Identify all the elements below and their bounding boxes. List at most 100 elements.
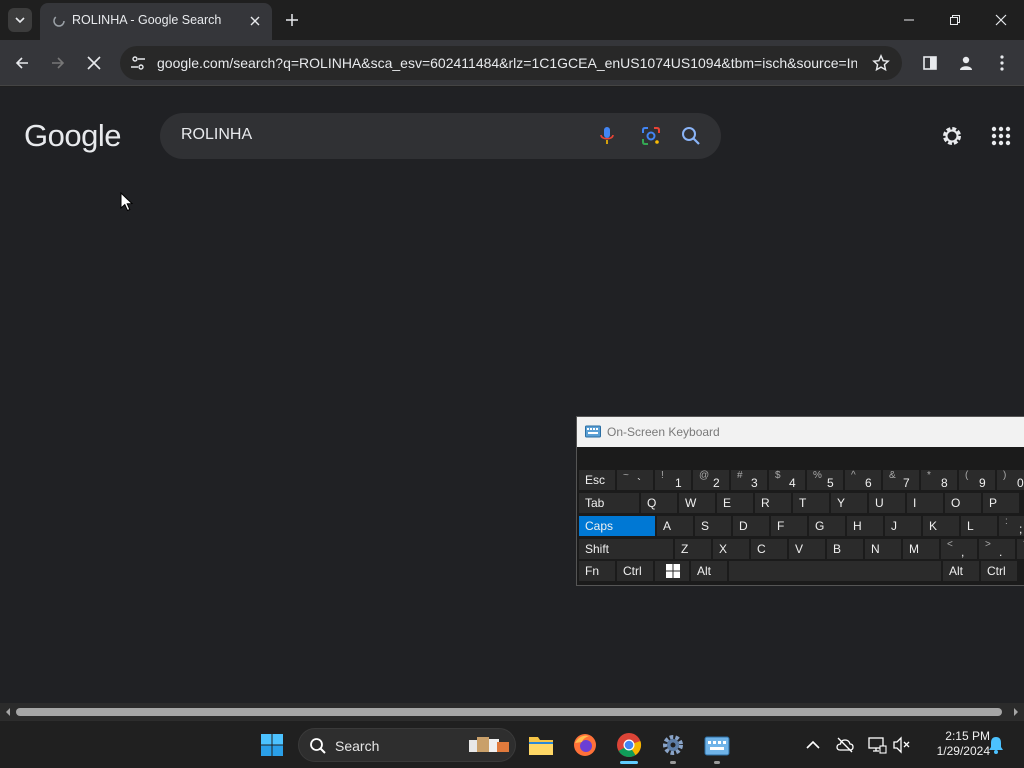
scrollbar-thumb[interactable] <box>16 708 1002 716</box>
address-bar[interactable]: google.com/search?q=ROLINHA&sca_esv=6024… <box>120 46 902 80</box>
osk-key[interactable]: L <box>961 516 997 536</box>
osk-key[interactable]: Y <box>831 493 867 513</box>
taskbar-firefox[interactable] <box>569 729 601 761</box>
google-lens-icon[interactable] <box>640 125 662 147</box>
osk-key[interactable]: Ctrl <box>981 561 1017 581</box>
osk-key[interactable]: >. <box>979 539 1015 559</box>
microphone-icon[interactable] <box>596 125 618 147</box>
osk-key[interactable]: C <box>751 539 787 559</box>
osk-key[interactable]: X <box>713 539 749 559</box>
search-box[interactable]: ROLINHA <box>160 113 721 159</box>
osk-titlebar[interactable]: On-Screen Keyboard <box>577 417 1024 447</box>
osk-key[interactable]: Tab <box>579 493 639 513</box>
notification-bell-icon[interactable] <box>986 735 1006 755</box>
osk-key-label: ; <box>1019 522 1023 536</box>
osk-key[interactable]: A <box>657 516 693 536</box>
osk-key[interactable]: O <box>945 493 981 513</box>
osk-key[interactable]: D <box>733 516 769 536</box>
osk-key[interactable]: S <box>695 516 731 536</box>
osk-key[interactable]: Alt <box>691 561 727 581</box>
settings-gear-icon[interactable] <box>940 124 964 148</box>
osk-key[interactable]: ? <box>1017 539 1024 559</box>
close-icon <box>995 14 1007 26</box>
osk-key[interactable]: Alt <box>943 561 979 581</box>
osk-key[interactable]: E <box>717 493 753 513</box>
google-apps-icon[interactable] <box>991 126 1011 146</box>
osk-key[interactable]: I <box>907 493 943 513</box>
osk-key[interactable]: % 5 <box>807 470 843 490</box>
scroll-left-arrow-icon[interactable] <box>3 707 13 717</box>
osk-key[interactable]: ~ ` <box>617 470 653 490</box>
osk-key[interactable]: R <box>755 493 791 513</box>
osk-key[interactable]: Z <box>675 539 711 559</box>
osk-key[interactable]: (9 <box>959 470 995 490</box>
osk-key[interactable]: K <box>923 516 959 536</box>
bookmark-star-icon[interactable] <box>872 54 890 72</box>
google-logo[interactable]: Google <box>24 118 121 154</box>
back-button[interactable] <box>10 51 34 75</box>
osk-key[interactable]: B <box>827 539 863 559</box>
scroll-right-arrow-icon[interactable] <box>1011 707 1021 717</box>
horizontal-scrollbar[interactable] <box>0 703 1024 720</box>
taskbar-chrome[interactable] <box>613 729 645 761</box>
osk-key[interactable]: H <box>847 516 883 536</box>
osk-key[interactable]: P <box>983 493 1019 513</box>
volume-muted-icon[interactable] <box>892 735 912 755</box>
osk-key[interactable]: Caps <box>579 516 655 536</box>
osk-key[interactable] <box>729 561 941 581</box>
new-tab-button[interactable] <box>282 10 302 30</box>
close-window-button[interactable] <box>978 0 1024 40</box>
osk-key[interactable]: Q <box>641 493 677 513</box>
osk-key[interactable]: N <box>865 539 901 559</box>
system-clock[interactable]: 2:15 PM 1/29/2024 <box>920 729 990 759</box>
osk-key[interactable]: J <box>885 516 921 536</box>
osk-key-label: H <box>853 519 862 533</box>
osk-key[interactable]: ^ 6 <box>845 470 881 490</box>
osk-key[interactable]: ! 1 <box>655 470 691 490</box>
osk-key[interactable]: $4 <box>769 470 805 490</box>
osk-key[interactable]: V <box>789 539 825 559</box>
osk-key[interactable]: Shift <box>579 539 673 559</box>
osk-key[interactable]: T <box>793 493 829 513</box>
profile-button[interactable] <box>954 51 978 75</box>
osk-key-label: T <box>799 496 807 510</box>
osk-key[interactable]: Fn <box>579 561 615 581</box>
osk-key[interactable]: #3 <box>731 470 767 490</box>
osk-key[interactable]: Ctrl <box>617 561 653 581</box>
taskbar-settings[interactable] <box>657 729 689 761</box>
search-query[interactable]: ROLINHA <box>181 126 252 144</box>
cloud-offline-icon[interactable] <box>835 735 855 755</box>
osk-key[interactable]: M <box>903 539 939 559</box>
arrow-left-icon <box>15 57 28 69</box>
minimize-button[interactable] <box>886 0 932 40</box>
osk-key[interactable]: ) 0 <box>997 470 1024 490</box>
osk-key[interactable]: F <box>771 516 807 536</box>
osk-key[interactable]: @2 <box>693 470 729 490</box>
restore-button[interactable] <box>932 0 978 40</box>
tab-close-button[interactable] <box>246 12 264 30</box>
side-panel-button[interactable] <box>918 51 942 75</box>
taskbar-file-explorer[interactable] <box>525 729 557 761</box>
browser-tab[interactable]: ROLINHA - Google Search <box>40 3 272 40</box>
osk-key[interactable]: & 7 <box>883 470 919 490</box>
menu-button[interactable] <box>990 51 1014 75</box>
osk-key[interactable]: <, <box>941 539 977 559</box>
osk-key[interactable]: U <box>869 493 905 513</box>
network-icon[interactable] <box>867 735 887 755</box>
chevron-up-icon[interactable] <box>803 735 823 755</box>
osk-key[interactable]: Esc <box>579 470 615 490</box>
stop-button[interactable] <box>82 51 106 75</box>
osk-key[interactable]: * 8 <box>921 470 957 490</box>
start-button[interactable] <box>256 729 288 761</box>
forward-button[interactable] <box>46 51 70 75</box>
osk-key[interactable]: W <box>679 493 715 513</box>
osk-key[interactable]: G <box>809 516 845 536</box>
site-info-button[interactable] <box>128 53 148 73</box>
osk-key[interactable] <box>655 561 689 581</box>
search-icon[interactable] <box>680 125 702 147</box>
taskbar-search[interactable]: Search <box>298 728 516 762</box>
taskbar-on-screen-keyboard[interactable] <box>701 729 733 761</box>
osk-key-label: 9 <box>979 476 986 490</box>
tab-search-button[interactable] <box>8 8 32 32</box>
osk-key[interactable]: :; <box>999 516 1024 536</box>
